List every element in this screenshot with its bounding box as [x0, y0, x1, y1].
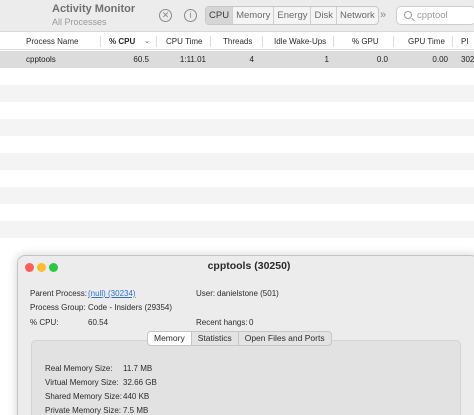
close-circle-icon[interactable]: ✕	[159, 9, 172, 22]
tab-cpu[interactable]: CPU	[206, 7, 234, 24]
tab-statistics[interactable]: Statistics	[192, 332, 239, 345]
column-divider	[156, 36, 157, 47]
recent-hangs-label: Recent hangs:	[196, 318, 248, 327]
private-memory-label: Private Memory Size:	[45, 406, 122, 415]
column-header: Process Name % CPU ⌄ CPU Time Threads Id…	[0, 33, 474, 50]
tab-network[interactable]: Network	[337, 7, 378, 24]
recent-hangs-value: 0	[249, 318, 254, 327]
cell-cpu: 60.5	[133, 55, 149, 64]
toolbar: Activity Monitor All Processes ✕ i CPU M…	[0, 0, 474, 32]
tab-energy[interactable]: Energy	[274, 7, 312, 24]
cell-process-name: cpptools	[26, 55, 56, 64]
empty-row	[0, 221, 474, 238]
column-cpu-time[interactable]: CPU Time	[166, 33, 202, 50]
user-value: danielstone (501)	[217, 289, 279, 298]
app-subtitle: All Processes	[52, 17, 107, 27]
real-memory-label: Real Memory Size:	[45, 364, 113, 373]
process-info-window: cpptools (30250) Parent Process: (null) …	[17, 255, 474, 415]
empty-row	[0, 153, 474, 170]
virtual-memory-value: 32.66 GB	[123, 378, 157, 387]
column-divider	[393, 36, 394, 47]
process-group-label: Process Group:	[30, 303, 86, 312]
column-idle-wakeups[interactable]: Idle Wake-Ups	[274, 33, 326, 50]
column-divider	[262, 36, 263, 47]
column-gpu[interactable]: % GPU	[352, 33, 379, 50]
cell-threads: 4	[249, 55, 254, 64]
parent-process-label: Parent Process:	[30, 289, 87, 298]
process-table: cpptools 60.5 1:11.01 4 1 0.0 0.00 302	[0, 51, 474, 258]
virtual-memory-label: Virtual Memory Size:	[45, 378, 119, 387]
info-window-title: cpptools (30250)	[207, 260, 291, 272]
user-label: User:	[196, 289, 216, 298]
cpu-value: 60.54	[88, 318, 109, 327]
search-input[interactable]	[417, 9, 474, 22]
info-tab-bar: Memory Statistics Open Files and Ports	[147, 331, 332, 346]
chevron-down-icon: ⌄	[144, 38, 150, 45]
tab-memory-info[interactable]: Memory	[148, 332, 192, 345]
app-title: Activity Monitor	[52, 3, 136, 15]
parent-process-link[interactable]: (null) (30234)	[88, 289, 136, 298]
cell-pid: 302	[461, 55, 474, 64]
table-row[interactable]: cpptools 60.5 1:11.01 4 1 0.0 0.00 302	[0, 51, 474, 68]
process-group-value: Code - Insiders (29354)	[88, 303, 173, 312]
tab-open-files-ports[interactable]: Open Files and Ports	[239, 332, 331, 345]
tab-bar: CPU Memory Energy Disk Network	[205, 6, 379, 25]
window-title: Activity Monitor All Processes	[52, 3, 135, 29]
search-icon	[404, 11, 412, 19]
empty-row	[0, 85, 474, 102]
cell-gpu-time: 0.00	[432, 55, 448, 64]
empty-row	[0, 119, 474, 136]
search-field[interactable]	[396, 6, 474, 25]
cell-gpu: 0.0	[376, 55, 388, 64]
column-cpu[interactable]: % CPU	[109, 33, 135, 50]
private-memory-value: 7.5 MB	[123, 406, 149, 415]
tab-disk[interactable]: Disk	[311, 7, 337, 24]
cell-cpu-time: 1:11.01	[179, 55, 206, 64]
column-divider	[452, 36, 453, 47]
chevron-double-right-icon[interactable]: »	[380, 9, 386, 21]
shared-memory-label: Shared Memory Size:	[45, 392, 122, 401]
column-gpu-time[interactable]: GPU Time	[408, 33, 445, 50]
column-divider	[100, 36, 101, 47]
cpu-label: % CPU:	[30, 318, 59, 327]
column-process-name[interactable]: Process Name	[26, 33, 78, 50]
memory-panel: Real Memory Size: 11.7 MB Virtual Memory…	[31, 340, 461, 415]
real-memory-value: 11.7 MB	[123, 364, 153, 373]
shared-memory-value: 440 KB	[123, 392, 150, 401]
tab-memory[interactable]: Memory	[233, 7, 275, 24]
column-divider	[333, 36, 334, 47]
info-circle-icon[interactable]: i	[184, 9, 197, 22]
column-divider	[210, 36, 211, 47]
empty-row	[0, 187, 474, 204]
cell-idle-wakeups: 1	[324, 55, 329, 64]
column-pid[interactable]: PI	[461, 33, 469, 50]
column-threads[interactable]: Threads	[223, 33, 252, 50]
